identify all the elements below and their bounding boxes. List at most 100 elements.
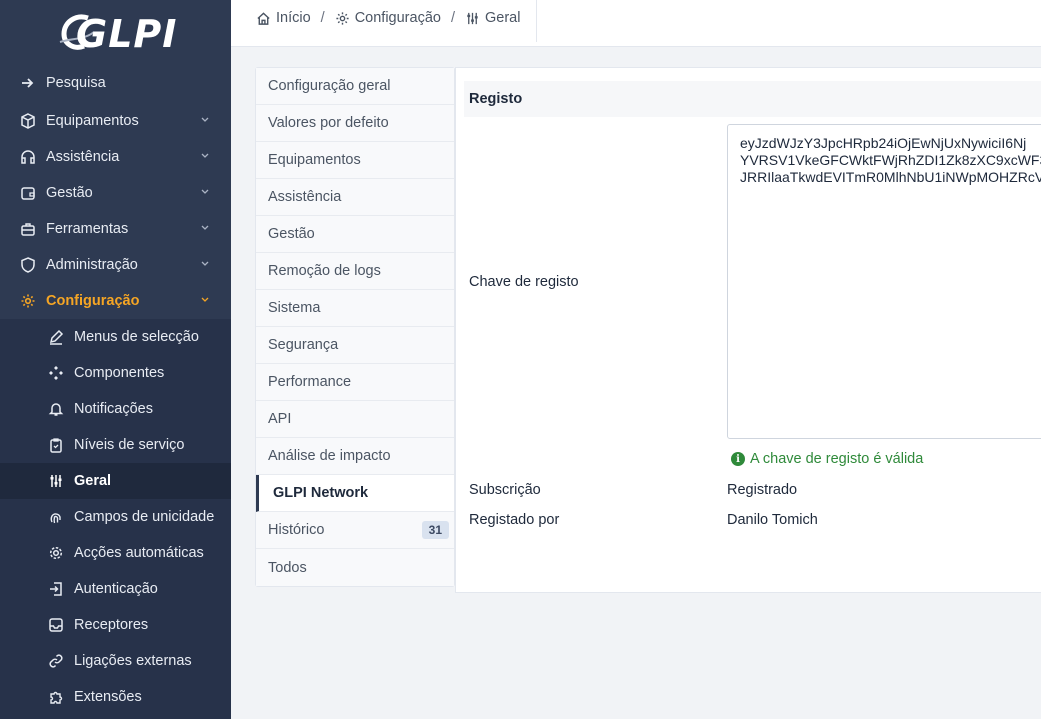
tab-remocao-de-logs[interactable]: Remoção de logs — [256, 253, 454, 290]
bell-icon — [47, 400, 65, 418]
gear-icon — [19, 292, 37, 310]
sidebar-subitem-label: Campos de unicidade — [74, 509, 215, 525]
box-icon — [19, 112, 37, 130]
sidebar-item-equipamentos[interactable]: Equipamentos — [0, 103, 231, 139]
sidebar-item-label: Ferramentas — [46, 221, 129, 237]
sidebar-item-label: Administração — [46, 257, 138, 273]
tab-label: Valores por defeito — [268, 115, 389, 131]
sliders-icon — [467, 12, 478, 24]
key-line: JRRIlaaTkwdEVITmR0MlhNbU1iNWpMOHZRcV — [740, 169, 1041, 185]
sidebar-subitem-label: Receptores — [74, 617, 149, 633]
gear-icon — [336, 11, 349, 25]
tab-historico[interactable]: Histórico 31 — [256, 512, 454, 549]
sidebar-item-administracao[interactable]: Administração — [0, 247, 231, 283]
breadcrumb-config[interactable]: Configuração — [335, 10, 441, 26]
tab-valores-por-defeito[interactable]: Valores por defeito — [256, 105, 454, 142]
chevron-down-icon — [201, 297, 209, 302]
sidebar-subitem-receptores[interactable]: Receptores — [0, 607, 231, 643]
sidebar-subitem-label: Autenticação — [74, 581, 158, 597]
sidebar-subitem-label: Níveis de serviço — [74, 437, 185, 453]
sidebar-item-label: Pesquisa — [46, 75, 106, 91]
sidebar-item-configuracao[interactable]: Configuração — [0, 283, 231, 319]
sidebar-item-label: Assistência — [46, 149, 120, 165]
chevron-down-icon — [201, 153, 209, 158]
headset-icon — [19, 148, 37, 166]
inbox-icon — [47, 616, 65, 634]
sidebar-subitem-niveis[interactable]: Níveis de serviço — [0, 427, 231, 463]
header-divider — [536, 0, 537, 42]
tab-assistencia[interactable]: Assistência — [256, 179, 454, 216]
tab-label: Segurança — [268, 337, 339, 353]
tab-sistema[interactable]: Sistema — [256, 290, 454, 327]
clipboard-icon — [47, 436, 65, 454]
sidebar-subitem-menus[interactable]: Menus de selecção — [0, 319, 231, 355]
key-line: eyJzdWJzY3JpcHRpb24iOjEwNjUxNywiciI6Nj — [740, 135, 1027, 151]
components-icon — [47, 364, 65, 382]
breadcrumb-separator: / — [450, 10, 455, 26]
sidebar-item-assistencia[interactable]: Assistência — [0, 139, 231, 175]
top-header: Início / Configuração / Geral — [231, 0, 1041, 47]
sidebar-subitem-ligacoes[interactable]: Ligações externas — [0, 643, 231, 679]
tab-label: Todos — [268, 559, 307, 576]
tab-api[interactable]: API — [256, 401, 454, 438]
arrow-right-icon — [19, 74, 37, 92]
tab-label: Equipamentos — [268, 152, 361, 168]
tab-glpi-network[interactable]: GLPI Network — [256, 475, 454, 512]
breadcrumb: Início / Configuração / Geral — [256, 10, 520, 26]
link-icon — [47, 652, 65, 670]
sidebar-subitem-componentes[interactable]: Componentes — [0, 355, 231, 391]
tab-label: API — [268, 411, 292, 427]
sidebar-subitem-geral[interactable]: Geral — [0, 463, 231, 499]
sidebar-item-gestao[interactable]: Gestão — [0, 175, 231, 211]
breadcrumb-separator: / — [320, 10, 325, 26]
tab-todos[interactable]: Todos — [256, 549, 454, 586]
sidebar-subitem-label: Geral — [74, 473, 112, 489]
info-icon: i — [731, 452, 745, 466]
tab-label: Gestão — [268, 226, 315, 242]
tab-seguranca[interactable]: Segurança — [256, 327, 454, 364]
sidebar-subitem-campos[interactable]: Campos de unicidade — [0, 499, 231, 535]
cog-icon — [47, 544, 65, 562]
subscription-value: Registrado — [727, 482, 798, 498]
registration-key-field[interactable]: eyJzdWJzY3JpcHRpb24iOjEwNjUxNywiciI6Nj Y… — [727, 124, 1041, 439]
breadcrumb-current[interactable]: Geral — [465, 10, 520, 26]
sidebar-subitem-autenticacao[interactable]: Autenticação — [0, 571, 231, 607]
breadcrumb-home[interactable]: Início — [256, 10, 311, 26]
sidebar-subitem-label: Ligações externas — [74, 653, 192, 669]
glpi-logo[interactable]: GLPI — [58, 8, 176, 56]
sidebar-subitem-notificacoes[interactable]: Notificações — [0, 391, 231, 427]
sliders-icon — [47, 472, 65, 490]
breadcrumb-config-label: Configuração — [354, 10, 441, 26]
registered-by-value: Danilo Tomich — [727, 512, 818, 528]
chevron-down-icon — [201, 225, 209, 230]
home-icon — [257, 11, 270, 25]
sidebar-subitem-extensoes[interactable]: Extensões — [0, 679, 231, 715]
sidebar-item-pesquisa[interactable]: Pesquisa — [0, 65, 231, 101]
registered-by-label: Registado por — [469, 512, 560, 528]
chevron-down-icon — [201, 117, 209, 122]
tab-label: Histórico — [268, 522, 325, 538]
sidebar-subitem-label: Extensões — [74, 689, 142, 705]
puzzle-icon — [47, 688, 65, 706]
subscription-label: Subscrição — [469, 482, 541, 498]
logo-text: GLPI — [76, 12, 178, 56]
sidebar-item-ferramentas[interactable]: Ferramentas — [0, 211, 231, 247]
registration-panel: Registo Chave de registo eyJzdWJzY3JpcHR… — [455, 67, 1041, 593]
validation-text: A chave de registo é válida — [750, 451, 924, 467]
sidebar-subitem-accoes[interactable]: Acções automáticas — [0, 535, 231, 571]
tab-configuracao-geral[interactable]: Configuração geral — [256, 68, 454, 105]
tab-performance[interactable]: Performance — [256, 364, 454, 401]
tab-label: Sistema — [268, 300, 321, 316]
tab-analise-de-impacto[interactable]: Análise de impacto — [256, 438, 454, 475]
tab-equipamentos[interactable]: Equipamentos — [256, 142, 454, 179]
tab-label: Remoção de logs — [268, 263, 381, 279]
briefcase-icon — [19, 220, 37, 238]
tab-label: Configuração geral — [268, 78, 391, 94]
config-tabs: Configuração geral Valores por defeito E… — [255, 67, 455, 587]
chevron-down-icon — [201, 189, 209, 194]
tab-label: Performance — [268, 374, 352, 390]
tab-label: Análise de impacto — [268, 448, 391, 464]
count-badge: 31 — [421, 521, 449, 539]
sidebar-item-label: Configuração — [46, 293, 140, 309]
tab-gestao[interactable]: Gestão — [256, 216, 454, 253]
